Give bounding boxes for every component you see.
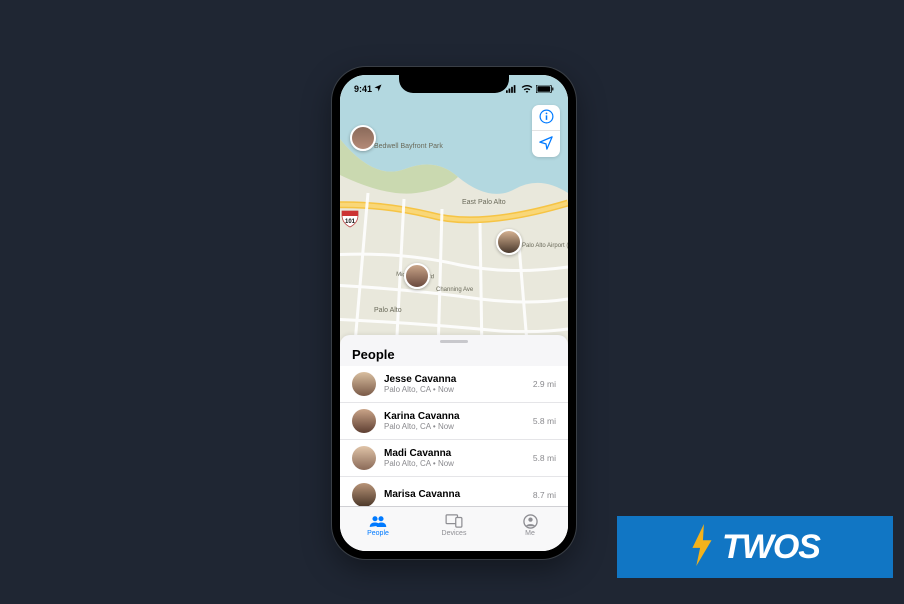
avatar [352,483,376,506]
person-row[interactable]: Jesse Cavanna Palo Alto, CA • Now 2.9 mi [340,366,568,402]
sheet-grabber[interactable] [440,340,468,343]
sheet-title: People [340,347,568,366]
avatar [352,372,376,396]
map-info-button[interactable] [532,105,560,131]
person-sub: Palo Alto, CA • Now [384,459,529,468]
wifi-icon [521,85,533,93]
people-list: Jesse Cavanna Palo Alto, CA • Now 2.9 mi… [340,366,568,506]
people-icon [369,513,387,529]
people-sheet[interactable]: People Jesse Cavanna Palo Alto, CA • Now… [340,335,568,551]
person-row[interactable]: Karina Cavanna Palo Alto, CA • Now 5.8 m… [340,402,568,439]
map-avatar-2[interactable] [404,263,430,289]
person-name: Madi Cavanna [384,448,529,460]
person-name: Karina Cavanna [384,411,529,423]
location-arrow-icon [539,136,553,153]
tab-label: Devices [442,530,467,537]
tab-people[interactable]: People [340,507,416,543]
tab-me[interactable]: Me [492,507,568,543]
status-time: 9:41 [354,84,372,94]
person-row[interactable]: Madi Cavanna Palo Alto, CA • Now 5.8 mi [340,439,568,476]
map-controls [532,105,560,157]
person-sub: Palo Alto, CA • Now [384,422,529,431]
lightning-bolt-icon [690,524,714,571]
map-label-airport: Palo Alto Airport (PAO) [522,243,568,249]
person-sub: Palo Alto, CA • Now [384,385,529,394]
phone-mockup: 9:41 [332,67,576,559]
avatar [352,446,376,470]
tab-bar: People Devices Me [340,506,568,551]
map-label-bedwell: Bedwell Bayfront Park [374,143,443,150]
devices-icon [445,513,463,529]
tab-label: Me [525,530,535,537]
twos-logo-badge: TWOS [617,516,893,578]
cellular-signal-icon [506,85,518,93]
phone-notch [399,75,509,93]
map-avatar-3[interactable] [496,229,522,255]
avatar [352,409,376,433]
tab-devices[interactable]: Devices [416,507,492,543]
person-distance: 5.8 mi [533,416,556,426]
person-name: Jesse Cavanna [384,374,529,386]
map-label-epa: East Palo Alto [462,199,506,206]
map-label-paloalto: Palo Alto [374,307,402,314]
person-row[interactable]: Marisa Cavanna 8.7 mi [340,476,568,506]
person-distance: 8.7 mi [533,490,556,500]
tab-label: People [367,530,389,537]
person-name: Marisa Cavanna [384,489,529,501]
me-icon [521,513,539,529]
battery-icon [536,85,554,93]
twos-logo-text: TWOS [722,528,820,567]
map-label-channing: Channing Ave [436,287,473,293]
location-services-icon [374,84,382,94]
map-avatar-1[interactable] [350,125,376,151]
svg-text:101: 101 [345,219,356,225]
person-distance: 5.8 mi [533,453,556,463]
person-distance: 2.9 mi [533,379,556,389]
phone-screen: 9:41 [340,75,568,551]
map-locate-button[interactable] [532,131,560,157]
map-view[interactable]: 101 Bedwell Bayfront Park East Palo Alto… [340,75,568,345]
info-icon [539,109,554,127]
